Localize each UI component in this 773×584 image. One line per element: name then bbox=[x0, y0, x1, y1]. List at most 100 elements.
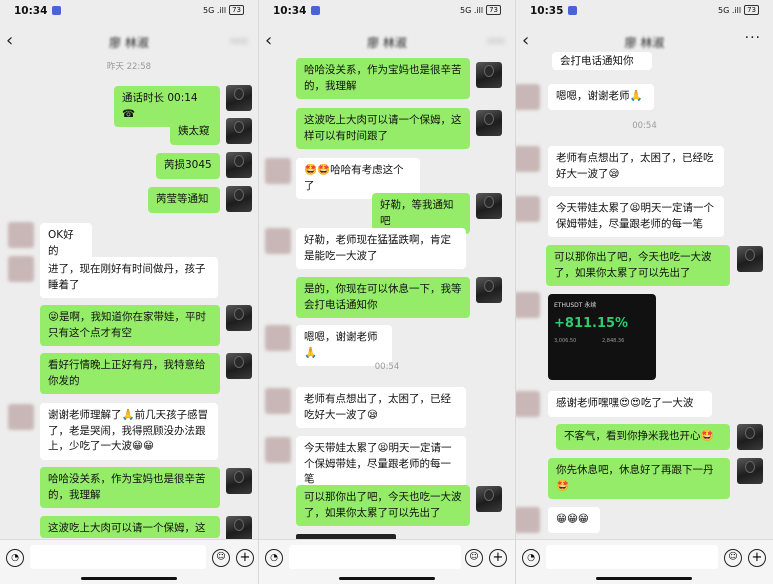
avatar[interactable] bbox=[516, 292, 540, 318]
more-icon[interactable] bbox=[487, 38, 505, 44]
message-bubble-sent[interactable]: 可以那你出了吧，今天也吃一大波了，如果你太累了可以先出了 bbox=[296, 485, 470, 526]
message-bubble-received[interactable]: 嗯嗯，谢谢老师🙏 bbox=[296, 325, 392, 366]
avatar[interactable] bbox=[8, 256, 34, 282]
avatar[interactable] bbox=[226, 85, 252, 111]
avatar[interactable] bbox=[476, 193, 502, 219]
voice-icon[interactable]: ◔ bbox=[522, 549, 540, 567]
avatar[interactable] bbox=[265, 228, 291, 254]
status-bar: 10:34 5G .ill 73 bbox=[259, 0, 515, 22]
input-bar: ◔ ☺ + bbox=[0, 539, 258, 584]
message-bubble-received[interactable]: 谢谢老师理解了🙏前几天孩子感冒了，老是哭闹，我得照顾没办法跟上，少吃了一大波😁😁 bbox=[40, 403, 218, 460]
voice-icon[interactable]: ◔ bbox=[6, 549, 24, 567]
message-input[interactable] bbox=[289, 545, 461, 569]
message-input[interactable] bbox=[30, 545, 206, 569]
avatar[interactable] bbox=[476, 110, 502, 136]
avatar[interactable] bbox=[226, 186, 252, 212]
app-notification-icon bbox=[568, 6, 577, 15]
plus-icon[interactable]: + bbox=[236, 549, 254, 567]
chat-title: 廖 林淑 bbox=[109, 36, 149, 50]
signal-icon: 5G .ill bbox=[718, 5, 742, 15]
avatar[interactable] bbox=[476, 277, 502, 303]
chat-header: ‹ 廖 林淑 bbox=[0, 28, 258, 56]
screenshot-percent: +811.15% bbox=[554, 316, 629, 331]
avatar[interactable] bbox=[226, 152, 252, 178]
message-bubble-sent[interactable]: 你先休息吧，休息好了再跟下一丹🤩 bbox=[548, 458, 730, 499]
message-bubble-sent[interactable]: 😜是啊，我知道你在家带娃，平时只有这个点才有空 bbox=[40, 305, 220, 346]
avatar[interactable] bbox=[265, 388, 291, 414]
screenshot-value-2: 2,848.36 bbox=[602, 338, 625, 344]
avatar[interactable] bbox=[516, 391, 540, 417]
message-bubble-received[interactable]: 今天带娃太累了😫明天一定请一个保姆带娃，尽量跟老师的每一笔 bbox=[548, 196, 724, 237]
message-bubble-sent[interactable]: 这波吃上大肉可以请一个保姆，这样可以有时间跟了 bbox=[296, 108, 470, 149]
avatar[interactable] bbox=[737, 458, 763, 484]
status-time: 10:34 bbox=[14, 5, 48, 17]
more-icon[interactable]: ··· bbox=[745, 30, 761, 46]
time-label: 昨天 22:58 bbox=[106, 62, 152, 72]
plus-icon[interactable]: + bbox=[748, 549, 766, 567]
avatar[interactable] bbox=[265, 158, 291, 184]
message-bubble-sent[interactable]: 看好行情晚上正好有丹，我特意给你发的 bbox=[40, 353, 220, 394]
home-indicator bbox=[596, 577, 692, 580]
app-notification-icon bbox=[52, 6, 61, 15]
avatar[interactable] bbox=[737, 424, 763, 450]
message-bubble-received[interactable]: 好勒，老师现在猛猛跌啊，肯定是能吃一大波了 bbox=[296, 228, 466, 269]
message-bubble-sent[interactable]: 哈哈没关系，作为宝妈也是很辛苦的，我理解 bbox=[40, 467, 220, 508]
time-label: 00:54 bbox=[632, 121, 657, 131]
avatar[interactable] bbox=[8, 222, 34, 248]
avatar[interactable] bbox=[516, 84, 540, 110]
screenshot-symbol: ETHUSDT 永续 bbox=[554, 302, 597, 309]
message-bubble-received[interactable]: 会打电话通知你 bbox=[552, 52, 652, 70]
status-bar: 10:34 5G .ill 73 bbox=[0, 0, 258, 22]
message-bubble-sent[interactable]: 苪损3045 bbox=[156, 153, 220, 179]
avatar[interactable] bbox=[476, 486, 502, 512]
message-bubble-received[interactable]: 😁😁😁 bbox=[548, 507, 600, 533]
avatar[interactable] bbox=[516, 507, 540, 533]
avatar[interactable] bbox=[8, 404, 34, 430]
message-bubble-sent[interactable]: 是的，你现在可以休息一下，我等会打电话通知你 bbox=[296, 277, 470, 318]
voice-icon[interactable]: ◔ bbox=[265, 549, 283, 567]
message-bubble-received[interactable]: 老师有点想出了，太困了，已经吃好大一波了😪 bbox=[548, 146, 724, 187]
message-bubble-received[interactable]: 感谢老师嘿嘿😍😍吃了一大波 bbox=[548, 391, 712, 417]
signal-icon: 5G .ill bbox=[203, 5, 227, 15]
avatar[interactable] bbox=[516, 146, 540, 172]
avatar[interactable] bbox=[737, 246, 763, 272]
message-bubble-received[interactable]: 进了，现在刚好有时间做丹，孩子睡着了 bbox=[40, 257, 218, 298]
screenshot-value-1: 3,006.50 bbox=[554, 338, 577, 344]
message-bubble-received[interactable]: 老师有点想出了，太困了，已经吃好大一波了😪 bbox=[296, 387, 466, 428]
home-indicator bbox=[339, 577, 435, 580]
avatar[interactable] bbox=[265, 325, 291, 351]
battery-icon: 73 bbox=[486, 5, 501, 15]
message-bubble-sent[interactable]: 姨太窥 bbox=[170, 119, 220, 145]
more-icon[interactable] bbox=[230, 38, 248, 44]
trade-screenshot-image[interactable]: ETHUSDT 永续 +811.15% 3,006.50 2,848.36 bbox=[548, 294, 656, 380]
avatar[interactable] bbox=[265, 437, 291, 463]
chat-screen-2: 10:34 5G .ill 73 ‹ 廖 林淑 哈哈没关系，作为宝妈也是很辛苦的，… bbox=[259, 0, 515, 584]
emoji-icon[interactable]: ☺ bbox=[212, 549, 230, 567]
chat-screen-1: 10:34 5G .ill 73 ‹ 廖 林淑 昨天 22:58 通话时长 00:… bbox=[0, 0, 258, 584]
message-bubble-received[interactable]: 嗯嗯，谢谢老师🙏 bbox=[548, 84, 654, 110]
plus-icon[interactable]: + bbox=[489, 549, 507, 567]
message-bubble-sent[interactable]: 不客气，看到你挣米我也开心🤩 bbox=[556, 424, 730, 450]
chat-title: 廖 林淑 bbox=[367, 36, 407, 50]
message-input[interactable] bbox=[546, 545, 718, 569]
emoji-icon[interactable]: ☺ bbox=[465, 549, 483, 567]
avatar[interactable] bbox=[476, 62, 502, 88]
message-bubble-sent[interactable]: 这波吃上大肉可以请一个保姆，这 bbox=[40, 516, 220, 538]
avatar[interactable] bbox=[516, 196, 540, 222]
home-indicator bbox=[81, 577, 177, 580]
emoji-icon[interactable]: ☺ bbox=[724, 549, 742, 567]
message-bubble-sent[interactable]: 可以那你出了吧，今天也吃一大波了，如果你太累了可以先出了 bbox=[546, 245, 730, 286]
status-indicators: 5G .ill 73 bbox=[460, 5, 501, 15]
message-bubble-sent[interactable]: 苪莹等通知 bbox=[148, 187, 220, 213]
chat-screen-3: 10:35 5G .ill 73 ‹ 廖 林淑 ··· 会打电话通知你 嗯嗯，谢谢… bbox=[516, 0, 773, 584]
avatar[interactable] bbox=[226, 305, 252, 331]
message-bubble-sent[interactable]: 哈哈没关系，作为宝妈也是很辛苦的，我理解 bbox=[296, 58, 470, 99]
app-notification-icon bbox=[311, 6, 320, 15]
avatar[interactable] bbox=[226, 353, 252, 379]
battery-icon: 73 bbox=[744, 5, 759, 15]
status-bar: 10:35 5G .ill 73 bbox=[516, 0, 773, 22]
status-indicators: 5G .ill 73 bbox=[203, 5, 244, 15]
status-time: 10:34 bbox=[273, 5, 307, 17]
avatar[interactable] bbox=[226, 468, 252, 494]
avatar[interactable] bbox=[226, 118, 252, 144]
